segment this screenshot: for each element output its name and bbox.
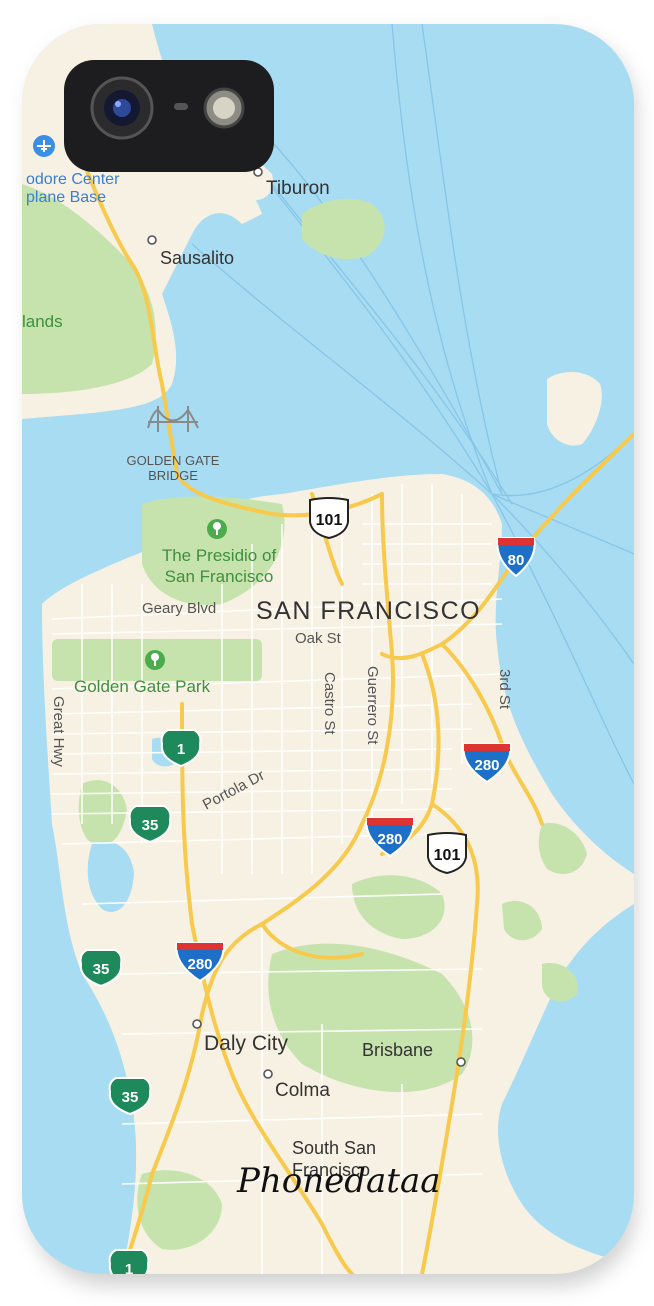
tree-icon	[145, 650, 165, 670]
street-castro: Castro St	[321, 672, 338, 735]
camera-module	[64, 60, 274, 172]
label-islands: lands	[22, 312, 63, 331]
svg-text:35: 35	[93, 961, 110, 978]
label-san-francisco: SAN FRANCISCO	[256, 597, 481, 625]
map[interactable]: Tiburon Sausalito odore Center plane Bas…	[22, 24, 634, 1274]
label-golden-gate-2: BRIDGE	[148, 468, 198, 483]
svg-text:101: 101	[316, 512, 343, 529]
svg-text:35: 35	[122, 1089, 139, 1106]
label-golden-gate-park: Golden Gate Park	[74, 677, 211, 696]
label-brisbane: Brisbane	[362, 1040, 433, 1060]
label-presidio-1: The Presidio of	[162, 546, 277, 565]
us101-shield: 101	[427, 832, 467, 875]
svg-text:280: 280	[187, 956, 212, 973]
label-golden-gate-1: GOLDEN GATE	[127, 453, 220, 468]
street-geary: Geary Blvd	[142, 600, 216, 617]
svg-text:280: 280	[377, 831, 402, 848]
svg-text:80: 80	[508, 552, 525, 569]
microphone-icon	[174, 103, 188, 110]
label-airport-line2: plane Base	[26, 189, 106, 206]
tree-icon	[207, 519, 227, 539]
street-third: 3rd St	[496, 669, 513, 710]
label-sausalito: Sausalito	[160, 248, 234, 268]
street-great-hwy: Great Hwy	[50, 696, 67, 767]
svg-text:1: 1	[125, 1261, 133, 1274]
label-daly-city: Daly City	[204, 1032, 289, 1055]
watermark: Phonedataa	[236, 1161, 441, 1201]
label-tiburon: Tiburon	[266, 178, 330, 199]
us101-shield: 101	[309, 497, 349, 540]
ca1-shield: 1	[108, 1249, 150, 1274]
label-airport-line1: odore Center	[26, 171, 120, 188]
street-oak: Oak St	[295, 630, 342, 647]
airport-icon	[33, 135, 55, 157]
label-colma: Colma	[275, 1080, 330, 1101]
svg-text:101: 101	[434, 847, 461, 864]
svg-text:280: 280	[474, 757, 499, 774]
svg-text:1: 1	[177, 741, 185, 758]
label-south-sf-1: South San	[292, 1138, 376, 1158]
street-guerrero: Guerrero St	[364, 666, 381, 745]
label-presidio-2: San Francisco	[165, 567, 274, 586]
phone-case: Tiburon Sausalito odore Center plane Bas…	[22, 24, 634, 1274]
svg-text:35: 35	[142, 817, 159, 834]
